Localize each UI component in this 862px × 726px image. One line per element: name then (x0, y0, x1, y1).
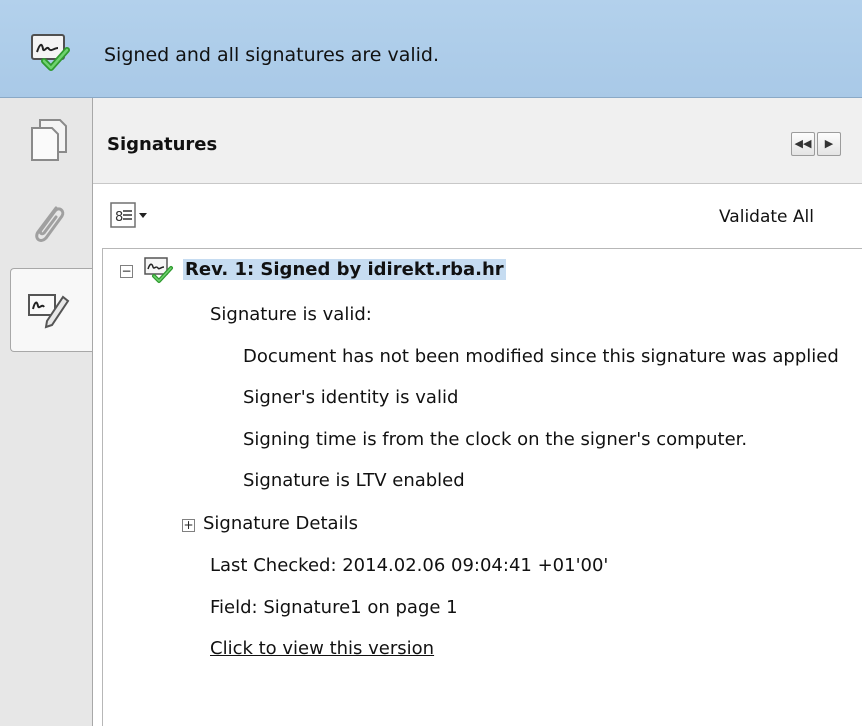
list-options-icon[interactable]: 8 (110, 201, 160, 233)
svg-text:8: 8 (115, 210, 123, 225)
signatures-toolbar: 8 Validate All (93, 184, 862, 248)
signature-pen-icon (28, 294, 70, 329)
navigation-pane (0, 98, 92, 726)
signature-details-item[interactable]: Signature Details (203, 513, 358, 534)
paperclip-icon (35, 206, 65, 242)
validate-all-button[interactable]: Validate All (719, 207, 814, 227)
last-checked-item: Last Checked: 2014.02.06 09:04:41 +01'00… (210, 555, 609, 576)
expand-signature-details-toggle[interactable]: + (182, 519, 195, 532)
view-version-link[interactable]: Click to view this version (210, 638, 434, 659)
status-item-not-modified[interactable]: Document has not been modified since thi… (243, 346, 839, 367)
signature-status-banner: Signed and all signatures are valid. (0, 0, 862, 98)
nav-attachments-button[interactable] (10, 182, 92, 266)
chevron-down-icon (139, 213, 147, 218)
collapse-revision-toggle[interactable]: − (120, 265, 133, 278)
status-item-ltv-enabled[interactable]: Signature is LTV enabled (243, 470, 465, 491)
signatures-tree: − Rev. 1: Signed by idirekt.rba.hr Signa… (102, 248, 862, 726)
revision-item[interactable]: Rev. 1: Signed by idirekt.rba.hr (183, 259, 506, 280)
collapse-panel-button[interactable]: ◀◀ (791, 132, 815, 156)
signature-status-heading[interactable]: Signature is valid: (210, 304, 372, 325)
pages-icon (31, 119, 67, 161)
expand-panel-button[interactable]: ▶ (817, 132, 841, 156)
revision-label[interactable]: Rev. 1: Signed by idirekt.rba.hr (183, 259, 506, 280)
nav-signatures-button[interactable] (10, 268, 92, 352)
nav-pages-button[interactable] (10, 98, 92, 182)
signature-valid-icon (144, 257, 173, 283)
signature-status-message: Signed and all signatures are valid. (104, 44, 440, 66)
status-item-signing-time[interactable]: Signing time is from the clock on the si… (243, 429, 747, 450)
field-item: Field: Signature1 on page 1 (210, 597, 458, 618)
signatures-panel-header: Signatures ◀◀ ▶ (93, 98, 862, 184)
signature-valid-icon (31, 34, 70, 71)
panel-title: Signatures (107, 134, 218, 155)
status-item-identity-valid[interactable]: Signer's identity is valid (243, 387, 458, 408)
